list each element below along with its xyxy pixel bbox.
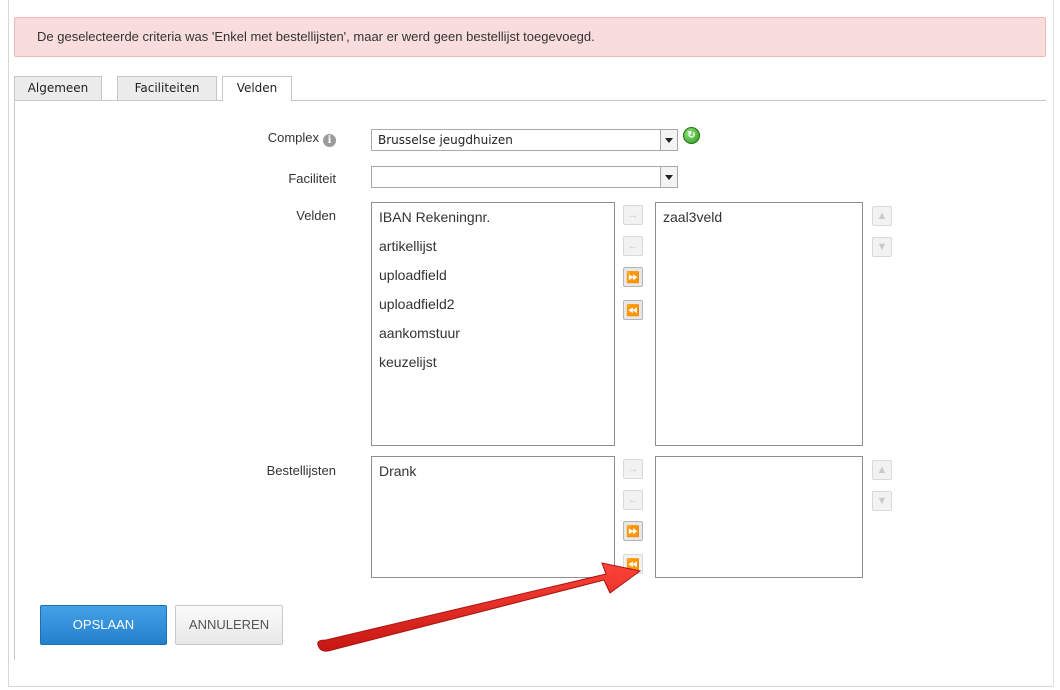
arrow-right-icon: → xyxy=(627,463,639,475)
move-up-button[interactable]: ▲ xyxy=(872,460,892,480)
cancel-button[interactable]: ANNULEREN xyxy=(175,605,283,645)
complex-select-value: Brusselse jeugdhuizen xyxy=(378,133,513,147)
chevron-down-icon xyxy=(660,130,677,150)
move-all-right-button[interactable]: ⏩ xyxy=(623,521,643,541)
tab-algemeen[interactable]: Algemeen xyxy=(14,76,102,100)
list-item[interactable]: IBAN Rekeningnr. xyxy=(379,207,614,236)
faciliteit-label: Faciliteit xyxy=(288,171,336,186)
save-button[interactable]: OPSLAAN xyxy=(40,605,167,645)
move-left-button[interactable]: ← xyxy=(623,236,643,256)
arrow-up-icon: ▲ xyxy=(876,464,888,476)
velden-selected-list[interactable]: zaal3veld xyxy=(655,202,863,446)
tab-faciliteiten[interactable]: Faciliteiten xyxy=(117,76,217,100)
move-down-button[interactable]: ▼ xyxy=(872,491,892,511)
bestellijsten-label: Bestellijsten xyxy=(266,463,336,478)
move-all-right-button[interactable]: ⏩ xyxy=(623,267,643,287)
double-arrow-right-icon: ⏩ xyxy=(626,525,640,538)
move-right-button[interactable]: → xyxy=(623,205,643,225)
alert-message: De geselecteerde criteria was 'Enkel met… xyxy=(14,17,1046,57)
double-arrow-left-icon: ⏪ xyxy=(626,304,640,317)
list-item[interactable]: artikellijst xyxy=(379,236,614,265)
faciliteit-select[interactable] xyxy=(371,166,678,188)
complex-label-text: Complex xyxy=(267,130,319,145)
bestellijsten-available-list[interactable]: Drank xyxy=(371,456,615,578)
complex-label: Complex i xyxy=(176,130,336,147)
complex-select[interactable]: Brusselse jeugdhuizen xyxy=(371,129,678,151)
move-right-button[interactable]: → xyxy=(623,459,643,479)
move-left-button[interactable]: ← xyxy=(623,490,643,510)
arrow-down-icon: ▼ xyxy=(876,241,888,253)
arrow-right-icon: → xyxy=(627,209,639,221)
arrow-up-icon: ▲ xyxy=(876,210,888,222)
chevron-down-icon xyxy=(660,167,677,187)
move-all-left-button[interactable]: ⏪ xyxy=(623,300,643,320)
arrow-left-icon: ← xyxy=(627,240,639,252)
double-arrow-right-icon: ⏩ xyxy=(626,271,640,284)
list-item[interactable]: uploadfield xyxy=(379,265,614,294)
velden-label: Velden xyxy=(296,208,336,223)
tab-velden[interactable]: Velden xyxy=(222,76,292,101)
velden-available-list[interactable]: IBAN Rekeningnr. artikellijst uploadfiel… xyxy=(371,202,615,446)
list-item[interactable]: uploadfield2 xyxy=(379,294,614,323)
arrow-down-icon: ▼ xyxy=(876,495,888,507)
list-item[interactable]: Drank xyxy=(379,461,614,490)
bestellijsten-selected-list[interactable] xyxy=(655,456,863,578)
list-item[interactable]: keuzelijst xyxy=(379,352,614,381)
info-icon[interactable]: i xyxy=(323,134,336,147)
list-item[interactable]: aankomstuur xyxy=(379,323,614,352)
move-all-left-button[interactable]: ⏪ xyxy=(623,554,643,574)
list-item[interactable]: zaal3veld xyxy=(663,207,862,236)
move-down-button[interactable]: ▼ xyxy=(872,237,892,257)
refresh-icon[interactable]: ↻ xyxy=(683,127,700,144)
arrow-left-icon: ← xyxy=(627,494,639,506)
move-up-button[interactable]: ▲ xyxy=(872,206,892,226)
double-arrow-left-icon: ⏪ xyxy=(626,558,640,571)
